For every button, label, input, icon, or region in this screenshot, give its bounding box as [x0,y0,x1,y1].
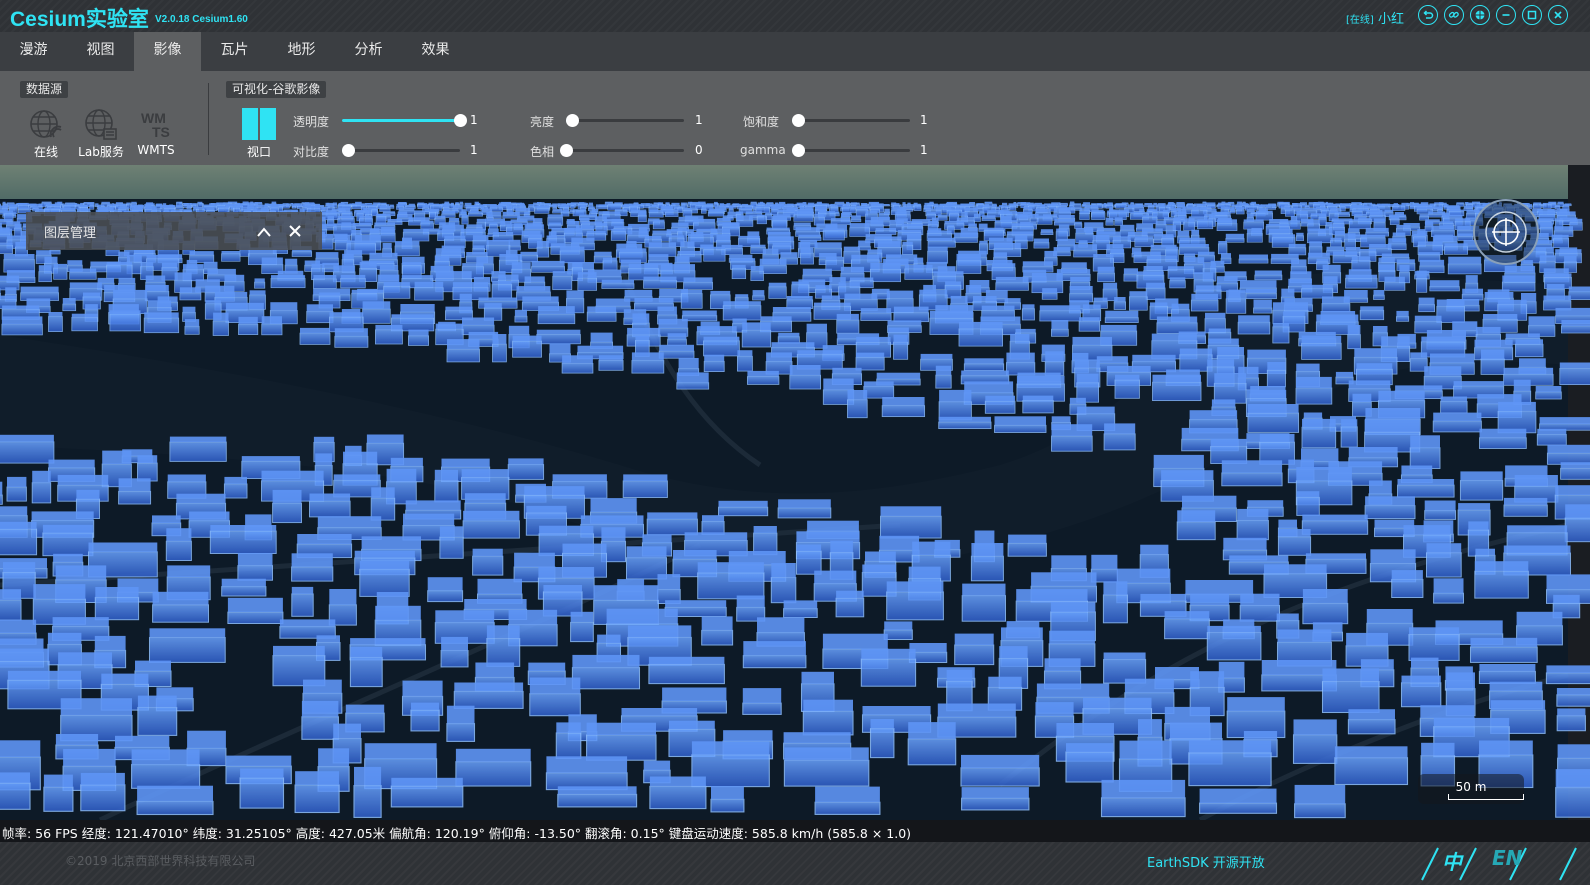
maximize-icon[interactable] [1522,5,1542,25]
gamma-slider[interactable] [792,144,910,157]
map-viewport[interactable]: 50 m [0,165,1590,820]
contrast-value: 1 [470,143,478,157]
camera-status-text: 帧率: 56 FPS 经度: 121.47010° 纬度: 31.25105° … [2,826,912,841]
saturation-slider-knob[interactable] [792,114,805,127]
link-icon[interactable] [1444,5,1464,25]
gamma-value: 1 [920,143,928,157]
opacity-label: 透明度 [293,115,330,129]
earthsdk-link[interactable]: EarthSDK 开源开放 [1147,852,1265,871]
layer-manager-panel: 图层管理 [26,212,322,250]
chevron-up-icon[interactable] [256,224,272,243]
opacity-value: 1 [470,113,478,127]
contrast-label: 对比度 [293,145,330,159]
globe-wifi-icon [29,107,63,144]
wmts-button[interactable]: WM TS WMTS [128,107,184,158]
gamma-label: gamma [740,143,786,157]
lang-en-button[interactable]: EN [1492,846,1522,870]
menu-roam[interactable]: 漫游 [0,32,67,71]
split-view-icon [241,107,277,144]
menu-bar: 漫游 视图 影像 瓦片 地形 分析 效果 [0,32,1590,71]
close-icon[interactable] [1548,5,1568,25]
minimize-icon[interactable] [1496,5,1516,25]
viewport-button[interactable]: 视口 [231,107,287,160]
hue-slider-knob[interactable] [560,144,573,157]
user-status: [在线] [1346,15,1374,26]
hue-label: 色相 [530,145,555,159]
brightness-label: 亮度 [530,115,555,129]
globe-icon[interactable] [1470,5,1490,25]
hue-value: 0 [695,143,703,157]
hue-slider[interactable] [560,144,684,157]
lab-service-label: Lab服务 [78,145,124,159]
brightness-slider[interactable] [566,114,684,127]
layer-manager-title: 图层管理 [44,226,97,241]
brightness-value: 1 [695,113,703,127]
app-version: V2.0.18 Cesium1.60 [155,14,248,25]
globe-server-icon [84,107,118,144]
viewport-label: 视口 [246,145,271,159]
navigation-compass[interactable] [1472,198,1540,266]
saturation-label: 饱和度 [743,115,780,129]
menu-imagery[interactable]: 影像 [134,32,201,71]
window-controls [1418,5,1568,25]
lab-service-button[interactable]: Lab服务 [73,107,129,160]
status-bar: 帧率: 56 FPS 经度: 121.47010° 纬度: 31.25105° … [0,820,1590,842]
saturation-value: 1 [920,113,928,127]
menu-tiles[interactable]: 瓦片 [201,32,268,71]
imagery-toolbar: 数据源 在线 Lab服务 WM TS WMTS 可视化-谷歌影像 视口 透明度 1… [0,71,1590,165]
scale-bar: 50 m [1418,774,1524,804]
svg-text:TS: TS [152,124,170,140]
undo-icon[interactable] [1418,5,1438,25]
gamma-slider-knob[interactable] [792,144,805,157]
datasource-label: 数据源 [20,81,69,98]
wmts-label: WMTS [137,143,175,157]
user-name: 小红 [1377,12,1404,27]
lang-zh-button[interactable]: 中 [1442,846,1462,875]
brightness-slider-knob[interactable] [566,114,579,127]
city-scene [0,165,1590,820]
opacity-slider-knob[interactable] [454,114,467,127]
wmts-icon: WM TS [136,107,176,144]
contrast-slider-knob[interactable] [342,144,355,157]
scale-label: 50 m [1455,780,1487,794]
menu-effects[interactable]: 效果 [402,32,469,71]
opacity-slider[interactable] [342,114,467,127]
footer: ©2019 北京西部世界科技有限公司 EarthSDK 开源开放 中 EN [0,842,1590,885]
menu-terrain[interactable]: 地形 [268,32,335,71]
online-source-label: 在线 [33,145,58,159]
close-icon[interactable] [288,223,302,242]
sky [0,165,1590,201]
saturation-slider[interactable] [792,114,910,127]
scale-ruler [1448,794,1524,800]
contrast-slider[interactable] [342,144,460,157]
title-bar: Cesium实验室 V2.0.18 Cesium1.60 [在线] 小红 [0,0,1590,32]
app-title: Cesium实验室 [10,8,149,31]
current-layer-label: 可视化-谷歌影像 [226,81,327,98]
user-info[interactable]: [在线] 小红 [1346,8,1404,27]
toolbar-divider [208,83,209,155]
menu-analysis[interactable]: 分析 [335,32,402,71]
online-source-button[interactable]: 在线 [18,107,74,160]
menu-view[interactable]: 视图 [67,32,134,71]
copyright-text: ©2019 北京西部世界科技有限公司 [65,854,256,868]
